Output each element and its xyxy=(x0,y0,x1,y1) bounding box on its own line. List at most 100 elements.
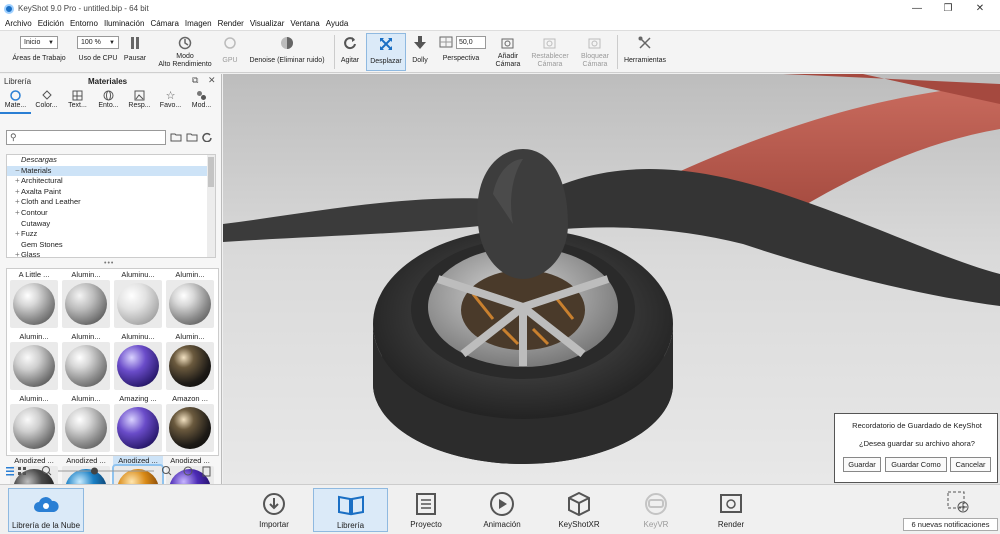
save-button[interactable]: Guardar xyxy=(843,457,881,472)
material-thumbnail[interactable]: Alumin... xyxy=(9,394,59,454)
menu-archivo[interactable]: Archivo xyxy=(2,19,35,28)
folder-upload-icon[interactable] xyxy=(186,132,198,144)
lock-camera-button[interactable]: Bloquear Cámara xyxy=(575,33,615,71)
perspective-input[interactable]: 50,0 xyxy=(456,36,486,49)
expand-toggle-icon[interactable]: + xyxy=(15,208,20,219)
tools-button[interactable]: Herramientas xyxy=(619,33,671,71)
material-thumbnail[interactable]: A Little ... xyxy=(9,270,59,330)
trash-icon[interactable] xyxy=(202,466,211,477)
tab-colors[interactable]: Color... xyxy=(31,88,62,114)
reset-camera-button[interactable]: Restablecer Cámara xyxy=(527,33,573,71)
menu-render[interactable]: Render xyxy=(215,19,247,28)
tab-models[interactable]: Mod... xyxy=(186,88,217,114)
material-thumbnail[interactable]: Alumin... xyxy=(165,270,215,330)
material-thumbnail[interactable]: Alumin... xyxy=(61,270,111,330)
keyvr-button[interactable]: KeyVR xyxy=(628,488,684,532)
material-thumbnail[interactable]: Aluminu... xyxy=(113,332,163,392)
maximize-button[interactable]: ❐ xyxy=(933,0,963,17)
tree-item[interactable]: Cutaway xyxy=(7,219,215,230)
expand-toggle-icon[interactable]: + xyxy=(15,250,20,257)
menu-imagen[interactable]: Imagen xyxy=(182,19,215,28)
list-view-icon[interactable] xyxy=(6,467,14,476)
tree-item[interactable]: − Materials xyxy=(7,165,215,177)
tree-item[interactable]: + Glass xyxy=(7,250,215,257)
material-thumbnail[interactable]: Amazing ... xyxy=(113,394,163,454)
expand-toggle-icon[interactable]: − xyxy=(15,166,20,177)
grid-view-icon[interactable] xyxy=(18,467,26,475)
workspace-select[interactable]: Inicio ▼ xyxy=(20,36,58,49)
tree-item[interactable]: + Cloth and Leather xyxy=(7,197,215,208)
notifications-badge[interactable]: 6 nuevas notificaciones xyxy=(903,518,998,531)
zoom-out-icon[interactable] xyxy=(42,466,52,476)
cloud-library-button[interactable]: Librería de la Nube xyxy=(8,488,84,532)
menu-entorno[interactable]: Entorno xyxy=(67,19,101,28)
close-button[interactable]: ✕ xyxy=(965,0,995,17)
tab-materials-label: Mate... xyxy=(4,102,27,109)
material-thumbnail[interactable]: Aluminu... xyxy=(113,270,163,330)
menu-iluminacion[interactable]: Iluminación xyxy=(101,19,147,28)
tree-item[interactable]: Descargas xyxy=(7,155,215,166)
zoom-in-icon[interactable] xyxy=(162,466,172,476)
material-preview-image xyxy=(62,280,110,328)
menu-ventana[interactable]: Ventana xyxy=(287,19,322,28)
material-sphere xyxy=(65,283,107,325)
undock-icon[interactable]: ⧉ xyxy=(192,75,198,86)
folder-add-icon[interactable] xyxy=(170,132,182,144)
menu-edicion[interactable]: Edición xyxy=(35,19,67,28)
material-thumbnail[interactable]: Alumin... xyxy=(165,332,215,392)
models-icon xyxy=(196,89,207,102)
tumble-button[interactable]: Agitar xyxy=(336,33,364,71)
tab-environments[interactable]: Ento... xyxy=(93,88,124,114)
tab-favorites[interactable]: ☆ Favo... xyxy=(155,88,186,114)
dolly-button[interactable]: Dolly xyxy=(407,33,433,71)
material-thumbnail[interactable]: Alumin... xyxy=(61,394,111,454)
render-label: Render xyxy=(717,520,745,529)
tree-scrollbar[interactable] xyxy=(207,155,215,257)
add-camera-button[interactable]: Añadir Cámara xyxy=(490,33,526,71)
tree-item[interactable]: Gem Stones xyxy=(7,240,215,251)
keyshotxr-button[interactable]: KeyShotXR xyxy=(550,488,608,532)
keyshotxr-label: KeyShotXR xyxy=(558,520,600,529)
refresh-icon[interactable] xyxy=(202,132,212,144)
library-button[interactable]: Librería xyxy=(313,488,388,532)
material-thumbnail[interactable]: Amazon ... xyxy=(165,394,215,454)
material-thumbnail-label: Alumin... xyxy=(175,270,205,279)
screenshot-icon[interactable] xyxy=(945,489,971,515)
expand-toggle-icon[interactable]: + xyxy=(15,187,20,198)
menu-visualizar[interactable]: Visualizar xyxy=(247,19,288,28)
library-search-input[interactable]: ⚲ xyxy=(6,130,166,145)
tab-materials[interactable]: Mate... xyxy=(0,88,31,114)
menu-ayuda[interactable]: Ayuda xyxy=(323,19,352,28)
animation-button[interactable]: Animación xyxy=(474,488,530,532)
tree-item[interactable]: + Axalta Paint xyxy=(7,187,215,198)
pan-button[interactable]: Desplazar xyxy=(366,33,406,71)
expand-toggle-icon[interactable]: + xyxy=(15,229,20,240)
menu-camara[interactable]: Cámara xyxy=(147,19,181,28)
performance-mode-button[interactable]: Modo Alto Rendimiento xyxy=(153,33,217,71)
tree-item[interactable]: + Contour xyxy=(7,208,215,219)
close-panel-icon[interactable]: ✕ xyxy=(208,75,216,86)
import-button[interactable]: Importar xyxy=(246,488,302,532)
expand-toggle-icon[interactable]: + xyxy=(15,197,20,208)
menu-bar: Archivo Edición Entorno Iluminación Cáma… xyxy=(0,17,1000,31)
material-thumbnail[interactable]: Alumin... xyxy=(9,332,59,392)
tree-scrollbar-thumb[interactable] xyxy=(208,157,214,187)
share-icon[interactable] xyxy=(183,466,193,476)
save-as-button[interactable]: Guardar Como xyxy=(885,457,947,472)
gpu-button[interactable]: GPU xyxy=(218,33,242,71)
cancel-button[interactable]: Cancelar xyxy=(950,457,991,472)
thumbnail-size-slider-handle[interactable] xyxy=(90,467,98,475)
render-button[interactable]: Render xyxy=(703,488,759,532)
material-thumbnail[interactable]: Alumin... xyxy=(61,332,111,392)
tree-item[interactable]: + Architectural xyxy=(7,176,215,187)
tab-textures[interactable]: Text... xyxy=(62,88,93,114)
cpu-usage-select[interactable]: 100 % ▼ xyxy=(77,36,119,49)
minimize-button[interactable]: — xyxy=(902,0,932,17)
tree-item[interactable]: + Fuzz xyxy=(7,229,215,240)
expand-toggle-icon[interactable]: + xyxy=(15,176,20,187)
pause-button[interactable]: Pausar xyxy=(121,33,149,71)
project-button[interactable]: Proyecto xyxy=(398,488,454,532)
panel-resize-grip[interactable]: ••• xyxy=(104,260,114,267)
denoise-button[interactable]: Denoise (Eliminar ruido) xyxy=(243,33,331,71)
tab-backplates[interactable]: Resp... xyxy=(124,88,155,114)
